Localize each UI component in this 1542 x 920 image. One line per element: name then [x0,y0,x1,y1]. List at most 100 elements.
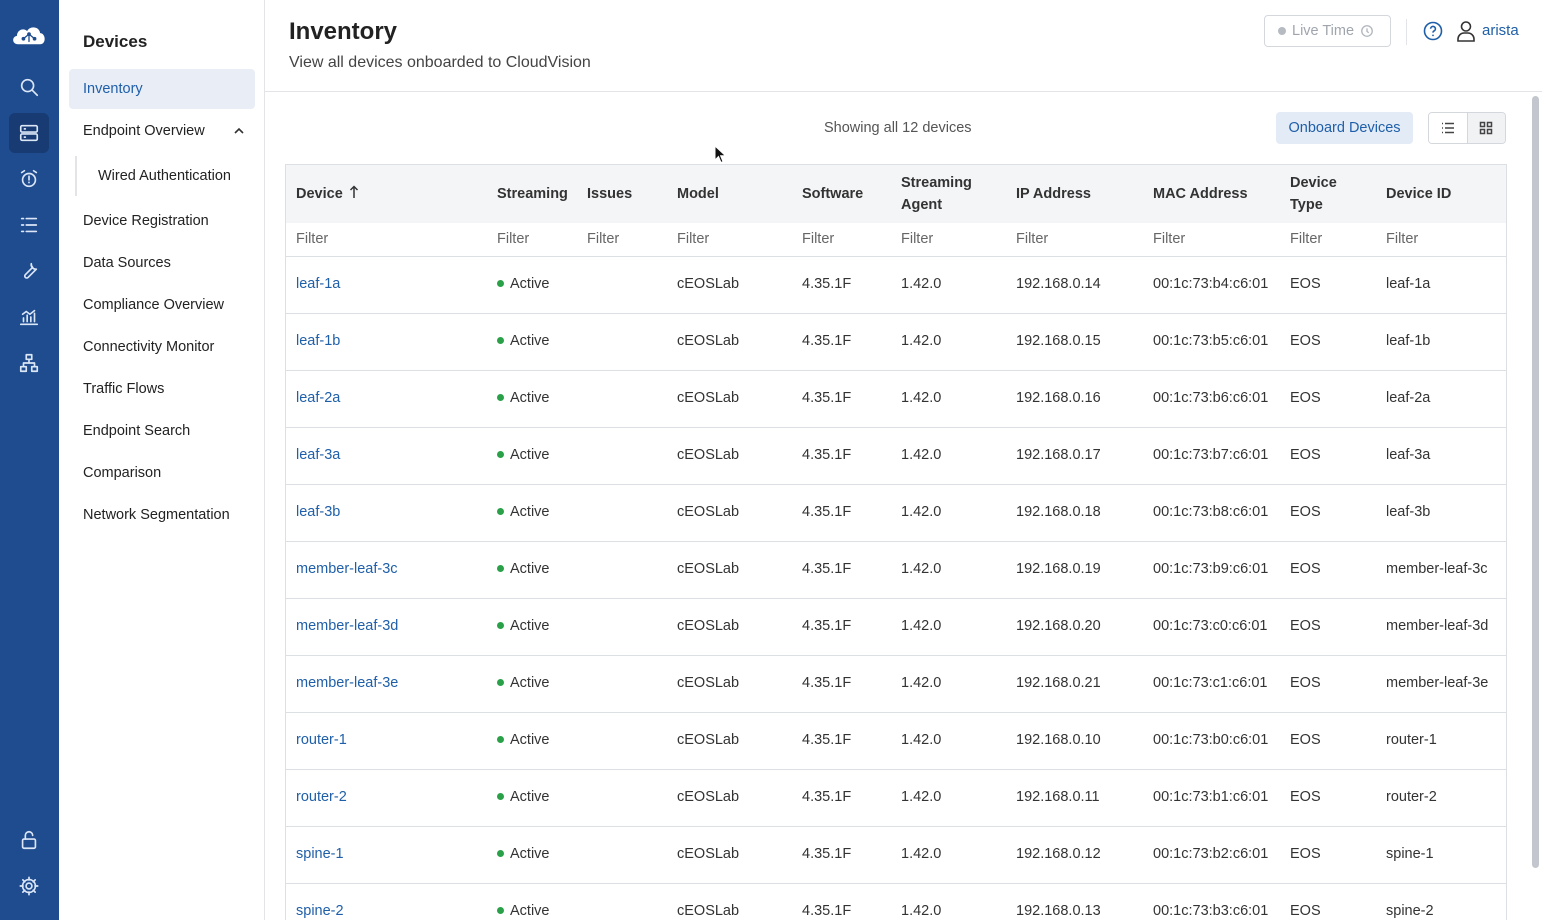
status-active-dot [497,678,504,686]
unlock-icon[interactable] [9,820,49,860]
nav-item-label: Endpoint Overview [83,123,205,139]
table-row[interactable]: leaf-3a Active cEOSLab 4.35.1F 1.42.0 192.168… [286,427,1506,485]
filter-streaming-agent[interactable]: Filter [891,223,1006,257]
cell-device-type: EOS [1280,598,1376,656]
onboard-devices-button[interactable]: Onboard Devices [1276,112,1413,144]
cell-device-id: member-leaf-3c [1376,541,1506,599]
col-header-issues[interactable]: Issues [577,165,667,223]
live-time-button[interactable]: Live Time [1264,15,1391,47]
status-label: Active [510,846,550,862]
nav-item-label: Comparison [83,465,162,481]
cell-device[interactable]: spine-1 [286,826,487,884]
cell-device[interactable]: leaf-3a [286,427,487,485]
filter-streaming[interactable]: Filter [487,223,577,257]
table-row[interactable]: router-1 Active cEOSLab 4.35.1F 1.42.0 192.16… [286,712,1506,770]
nav-item-compliance-overview[interactable]: Compliance Overview [69,285,255,325]
filter-device[interactable]: Filter [286,223,487,257]
cell-model: cEOSLab [667,256,792,314]
cell-issues [577,370,667,428]
filter-model[interactable]: Filter [667,223,792,257]
cell-device[interactable]: leaf-3b [286,484,487,542]
col-header-streaming[interactable]: Streaming [487,165,577,223]
cell-device[interactable]: router-2 [286,769,487,827]
cell-device-id: member-leaf-3e [1376,655,1506,713]
table-row[interactable]: router-2 Active cEOSLab 4.35.1F 1.42.0 192.16… [286,769,1506,827]
nav-item-network-segmentation[interactable]: Network Segmentation [69,495,255,535]
nav-item-label: Connectivity Monitor [83,339,215,355]
nav-item-wired-authentication[interactable]: Wired Authentication [75,156,255,196]
wrench-icon[interactable] [9,251,49,291]
dashboard-chart-icon[interactable] [9,297,49,337]
cell-device[interactable]: leaf-2a [286,370,487,428]
chevron-up-icon[interactable] [233,125,245,137]
nav-item-connectivity-monitor[interactable]: Connectivity Monitor [69,327,255,367]
table-row[interactable]: leaf-1a Active cEOSLab 4.35.1F 1.42.0 192.168… [286,256,1506,314]
col-header-ip-address[interactable]: IP Address [1006,165,1143,223]
cell-device-id: router-1 [1376,712,1506,770]
cell-streaming-agent: 1.42.0 [891,826,1006,884]
topology-icon[interactable] [9,343,49,383]
filter-ip-address[interactable]: Filter [1006,223,1143,257]
col-header-software[interactable]: Software [792,165,891,223]
nav-item-comparison[interactable]: Comparison [69,453,255,493]
cell-device[interactable]: member-leaf-3c [286,541,487,599]
nav-item-device-registration[interactable]: Device Registration [69,201,255,241]
filter-device-id[interactable]: Filter [1376,223,1506,257]
nav-item-endpoint-search[interactable]: Endpoint Search [69,411,255,451]
clock-icon [1361,25,1373,37]
main-scrollbar[interactable] [1529,92,1542,920]
list-view-button[interactable] [1429,113,1467,143]
search-icon[interactable] [9,67,49,107]
nav-item-inventory[interactable]: Inventory [69,69,255,109]
alarm-clock-icon[interactable] [9,159,49,199]
sort-ascending-icon[interactable] [349,185,359,199]
table-row[interactable]: spine-1 Active cEOSLab 4.35.1F 1.42.0 192.168… [286,826,1506,884]
grid-view-button[interactable] [1466,113,1505,143]
filter-device-type[interactable]: Filter [1280,223,1376,257]
table-row[interactable]: leaf-1b Active cEOSLab 4.35.1F 1.42.0 192.168… [286,313,1506,371]
cell-streaming: Active [487,826,577,884]
devices-icon[interactable] [9,113,49,153]
nav-item-traffic-flows[interactable]: Traffic Flows [69,369,255,409]
col-header-mac-address[interactable]: MAC Address [1143,165,1280,223]
gear-icon[interactable] [9,866,49,906]
filter-issues[interactable]: Filter [577,223,667,257]
cell-mac-address: 00:1c:73:b0:c6:01 [1143,712,1280,770]
cell-device[interactable]: spine-2 [286,883,487,920]
table-row[interactable]: leaf-2a Active cEOSLab 4.35.1F 1.42.0 192.168… [286,370,1506,428]
table-row[interactable]: member-leaf-3e Active cEOSLab 4.35.1F 1.42.0… [286,655,1506,713]
cell-issues [577,484,667,542]
nav-item-data-sources[interactable]: Data Sources [69,243,255,283]
table-row[interactable]: leaf-3b Active cEOSLab 4.35.1F 1.42.0 192.168… [286,484,1506,542]
filter-mac-address[interactable]: Filter [1143,223,1280,257]
nav-item-label: Inventory [83,81,143,97]
col-header-model[interactable]: Model [667,165,792,223]
cell-device-id: leaf-2a [1376,370,1506,428]
cell-device[interactable]: member-leaf-3d [286,598,487,656]
cell-device[interactable]: router-1 [286,712,487,770]
table-row[interactable]: member-leaf-3c Active cEOSLab 4.35.1F 1.42.0… [286,541,1506,599]
cell-device[interactable]: leaf-1b [286,313,487,371]
user-name-link[interactable]: arista [1482,22,1519,39]
cloud-logo-icon[interactable] [9,15,49,55]
tasks-list-icon[interactable] [9,205,49,245]
page-subtitle: View all devices onboarded to CloudVisio… [289,54,591,71]
table-row[interactable]: member-leaf-3d Active cEOSLab 4.35.1F 1.42.0… [286,598,1506,656]
user-icon[interactable] [1456,20,1476,42]
cell-issues [577,712,667,770]
nav-item-endpoint-overview[interactable]: Endpoint Overview [69,111,255,151]
table-row[interactable]: spine-2 Active cEOSLab 4.35.1F 1.42.0 192.168… [286,883,1506,920]
cell-device[interactable]: member-leaf-3e [286,655,487,713]
scrollbar-thumb[interactable] [1532,96,1539,868]
cell-software: 4.35.1F [792,769,891,827]
col-header-streaming-agent[interactable]: Streaming Agent [891,165,1006,223]
col-header-device[interactable]: Device [286,165,487,223]
col-header-device-type[interactable]: Device Type [1280,165,1376,223]
cell-streaming-agent: 1.42.0 [891,883,1006,920]
help-icon[interactable] [1423,21,1443,41]
cell-model: cEOSLab [667,712,792,770]
cell-issues [577,655,667,713]
filter-software[interactable]: Filter [792,223,891,257]
col-header-device-id[interactable]: Device ID [1376,165,1506,223]
cell-device[interactable]: leaf-1a [286,256,487,314]
